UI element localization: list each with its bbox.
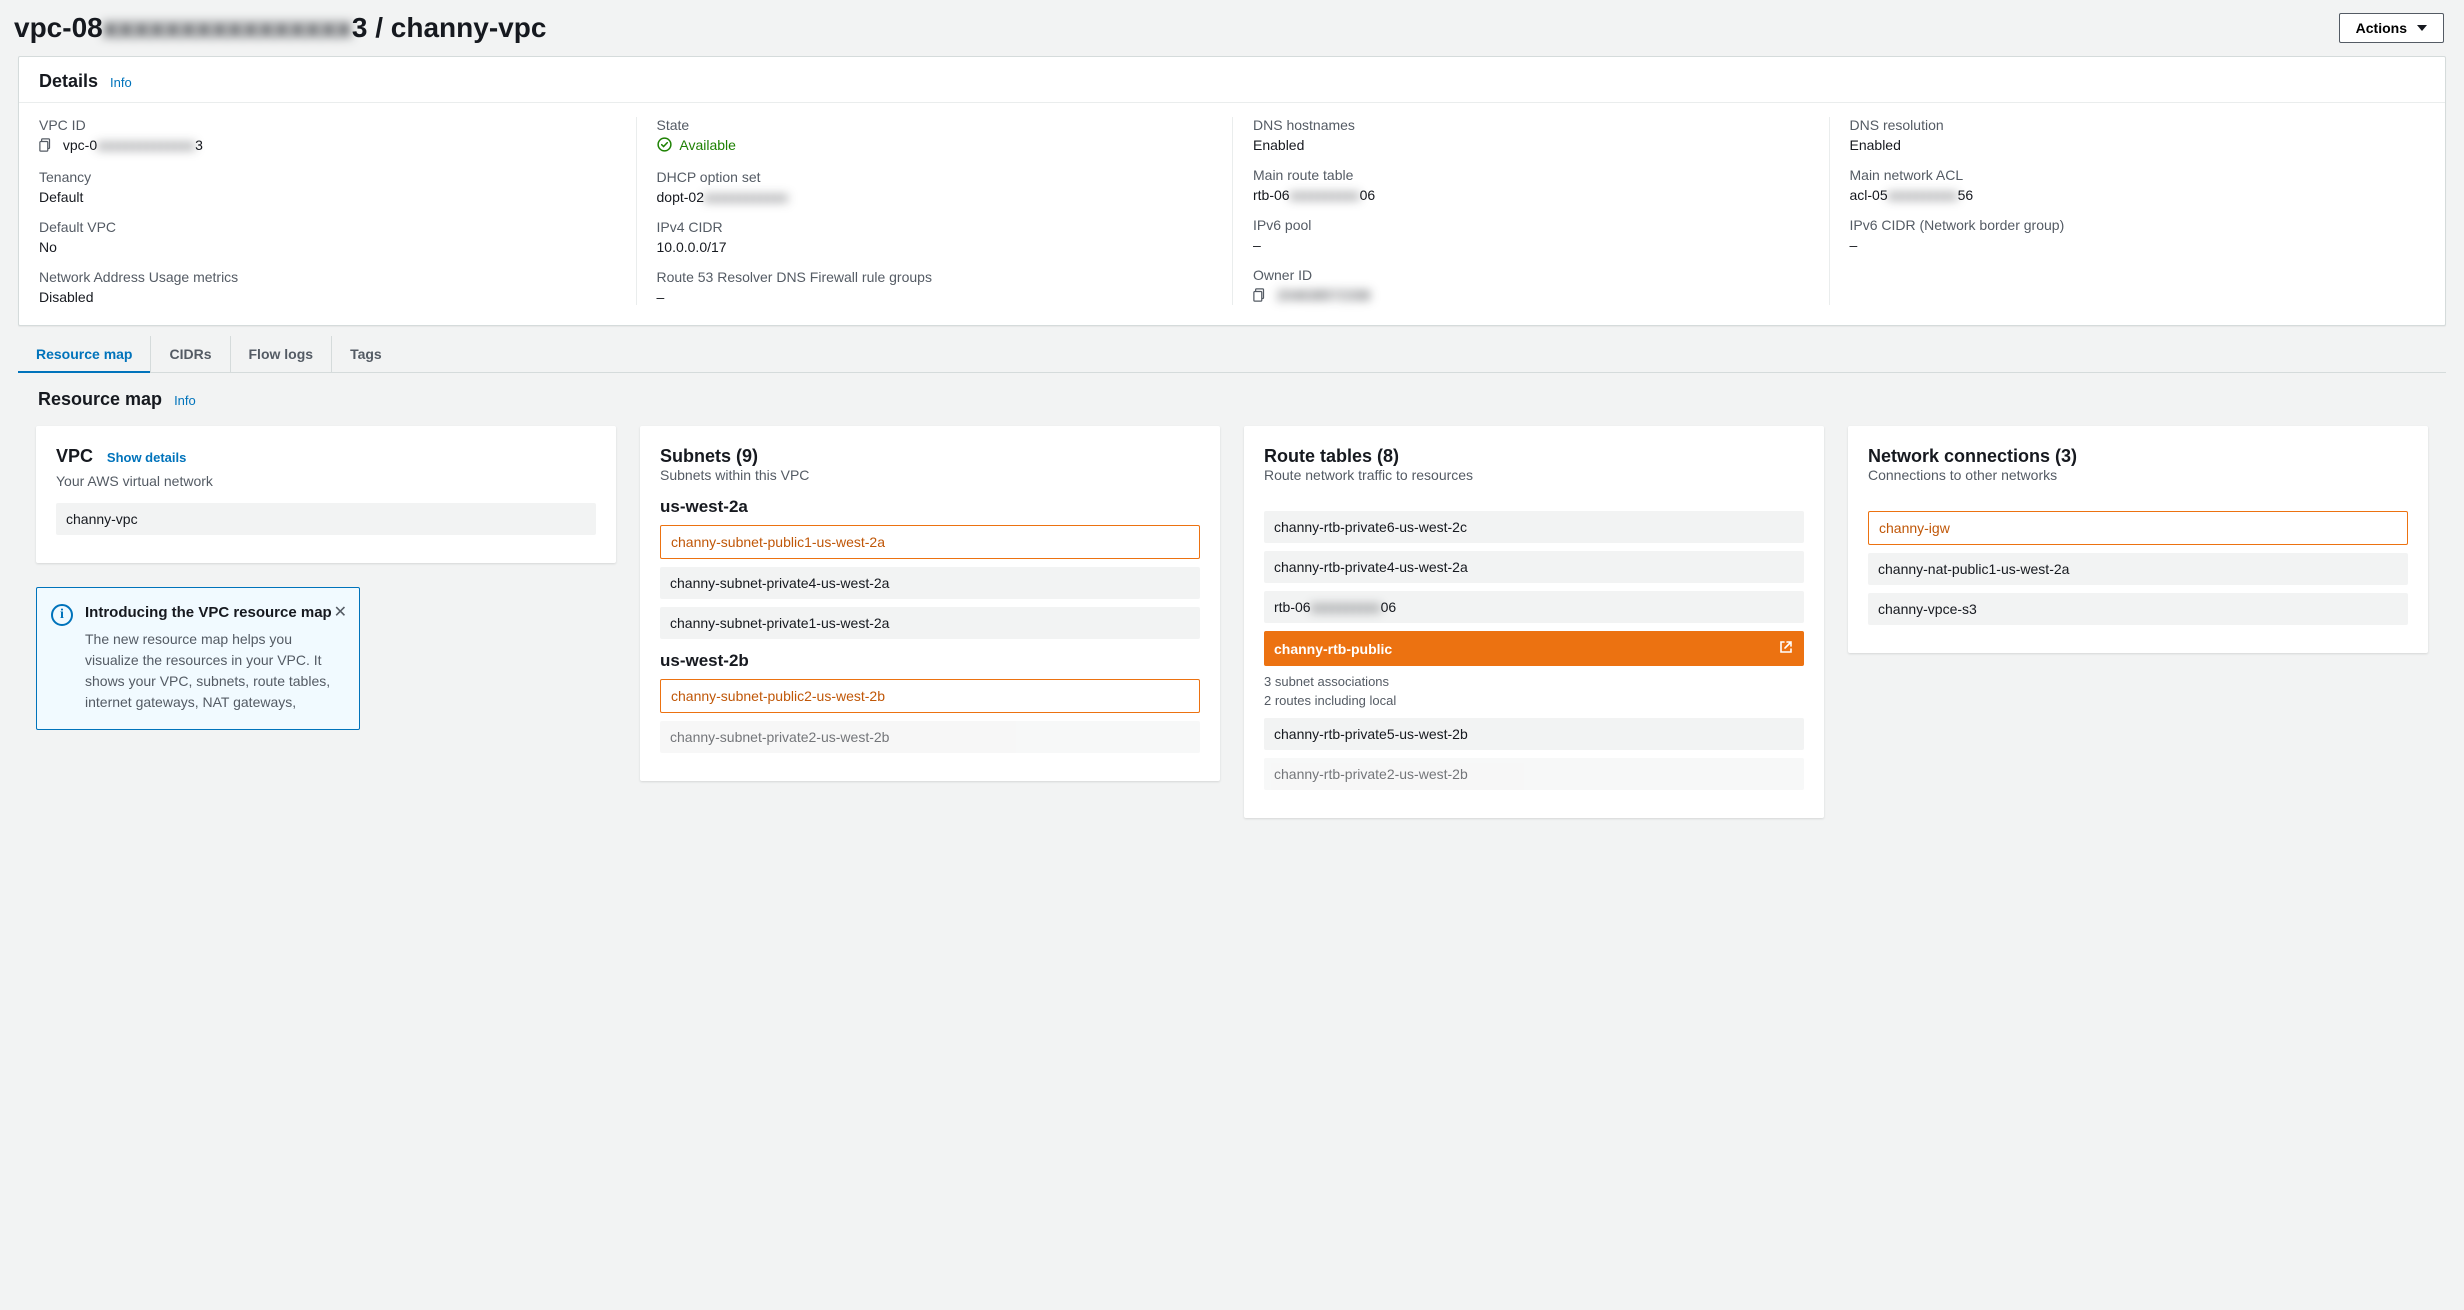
ipv6pool-value: –: [1253, 237, 1829, 253]
rt-chip[interactable]: channy-rtb-private6-us-west-2c: [1264, 511, 1804, 543]
close-icon[interactable]: ✕: [334, 602, 347, 622]
tab-cidrs[interactable]: CIDRs: [150, 336, 229, 372]
naum-label: Network Address Usage metrics: [39, 269, 636, 285]
netconn-chip[interactable]: channy-nat-public1-us-west-2a: [1868, 553, 2408, 585]
rt-chip[interactable]: channy-rtb-private2-us-west-2b: [1264, 758, 1804, 790]
notice-title: Introducing the VPC resource map: [85, 604, 343, 621]
subnets-desc: Subnets within this VPC: [660, 467, 1200, 483]
owner-label: Owner ID: [1253, 267, 1829, 283]
subnet-chip[interactable]: channy-subnet-public1-us-west-2a: [660, 525, 1200, 559]
subnets-card: Subnets (9) Subnets within this VPC us-w…: [640, 426, 1220, 781]
rt-subinfo: 2 routes including local: [1264, 693, 1804, 708]
default-vpc-label: Default VPC: [39, 219, 636, 235]
mainrt-label: Main route table: [1253, 167, 1829, 183]
ipv6pool-label: IPv6 pool: [1253, 217, 1829, 233]
vpc-id-label: VPC ID: [39, 117, 636, 133]
tenancy-value: Default: [39, 189, 636, 205]
subnet-chip[interactable]: channy-subnet-private4-us-west-2a: [660, 567, 1200, 599]
dnshost-label: DNS hostnames: [1253, 117, 1829, 133]
dnsres-value: Enabled: [1850, 137, 2426, 153]
vpc-name-chip[interactable]: channy-vpc: [56, 503, 596, 535]
copy-icon[interactable]: [39, 139, 57, 155]
info-icon: i: [51, 604, 73, 626]
subnets-heading: Subnets (9): [660, 446, 758, 466]
external-link-icon[interactable]: [1778, 639, 1794, 658]
chevron-down-icon: [2417, 25, 2427, 31]
mainrt-link[interactable]: rtb-06xxxxxxxxxx06: [1253, 187, 1829, 203]
owner-value: 204638572338: [1253, 287, 1829, 305]
intro-notice: i ✕ Introducing the VPC resource map The…: [36, 587, 360, 730]
subnet-chip[interactable]: channy-subnet-public2-us-west-2b: [660, 679, 1200, 713]
r53-value: –: [657, 289, 1233, 305]
rt-heading: Route tables (8): [1264, 446, 1399, 466]
netconn-heading: Network connections (3): [1868, 446, 2077, 466]
state-label: State: [657, 117, 1233, 133]
ipv4cidr-value: 10.0.0.0/17: [657, 239, 1233, 255]
route-tables-card: Route tables (8) Route network traffic t…: [1244, 426, 1824, 818]
rt-subinfo: 3 subnet associations: [1264, 674, 1804, 689]
tab-bar: Resource map CIDRs Flow logs Tags: [18, 336, 2446, 373]
rt-desc: Route network traffic to resources: [1264, 467, 1804, 483]
notice-body: The new resource map helps you visualize…: [85, 629, 343, 713]
vpc-card-heading: VPC: [56, 446, 93, 466]
dhcp-link[interactable]: dopt-02xxxxxxxxxxxx: [657, 189, 1233, 205]
check-circle-icon: [657, 139, 676, 155]
netconn-chip[interactable]: channy-igw: [1868, 511, 2408, 545]
resource-map-info-link[interactable]: Info: [174, 393, 196, 408]
dnshost-value: Enabled: [1253, 137, 1829, 153]
rt-chip[interactable]: channy-rtb-private4-us-west-2a: [1264, 551, 1804, 583]
subnet-chip[interactable]: channy-subnet-private2-us-west-2b: [660, 721, 1200, 753]
mainacl-link[interactable]: acl-05xxxxxxxxxx56: [1850, 187, 2426, 203]
network-connections-card: Network connections (3) Connections to o…: [1848, 426, 2428, 653]
tab-resource-map[interactable]: Resource map: [18, 336, 150, 372]
copy-icon[interactable]: [1253, 289, 1271, 305]
rt-chip[interactable]: rtb-06xxxxxxxxxx06: [1264, 591, 1804, 623]
actions-button[interactable]: Actions: [2339, 13, 2444, 43]
rt-chip-selected[interactable]: channy-rtb-public: [1264, 631, 1804, 666]
r53-label: Route 53 Resolver DNS Firewall rule grou…: [657, 269, 1233, 285]
show-details-link[interactable]: Show details: [107, 450, 186, 465]
tenancy-label: Tenancy: [39, 169, 636, 185]
mainacl-label: Main network ACL: [1850, 167, 2426, 183]
netconn-desc: Connections to other networks: [1868, 467, 2408, 483]
ipv6cidr-value: –: [1850, 237, 2426, 253]
page-title: vpc-08xxxxxxxxxxxxxxxx3 / channy-vpc: [14, 12, 546, 44]
ipv6cidr-label: IPv6 CIDR (Network border group): [1850, 217, 2426, 233]
details-heading: Details: [39, 71, 98, 92]
naum-value: Disabled: [39, 289, 636, 305]
details-info-link[interactable]: Info: [110, 75, 132, 90]
netconn-chip[interactable]: channy-vpce-s3: [1868, 593, 2408, 625]
vpc-id-value: vpc-0xxxxxxxxxxxxxx3: [39, 137, 636, 155]
vpc-card-desc: Your AWS virtual network: [56, 473, 596, 489]
ipv4cidr-label: IPv4 CIDR: [657, 219, 1233, 235]
details-panel: Details Info VPC ID vpc-0xxxxxxxxxxxxxx3…: [18, 56, 2446, 326]
dnsres-label: DNS resolution: [1850, 117, 2426, 133]
rt-chip[interactable]: channy-rtb-private5-us-west-2b: [1264, 718, 1804, 750]
tab-tags[interactable]: Tags: [331, 336, 400, 372]
tab-flow-logs[interactable]: Flow logs: [230, 336, 332, 372]
subnet-chip[interactable]: channy-subnet-private1-us-west-2a: [660, 607, 1200, 639]
state-value: Available: [657, 137, 1233, 155]
az-label-b: us-west-2b: [660, 651, 1200, 671]
default-vpc-value: No: [39, 239, 636, 255]
vpc-card: VPC Show details Your AWS virtual networ…: [36, 426, 616, 563]
az-label-a: us-west-2a: [660, 497, 1200, 517]
resource-map-heading: Resource map: [38, 389, 162, 410]
dhcp-label: DHCP option set: [657, 169, 1233, 185]
